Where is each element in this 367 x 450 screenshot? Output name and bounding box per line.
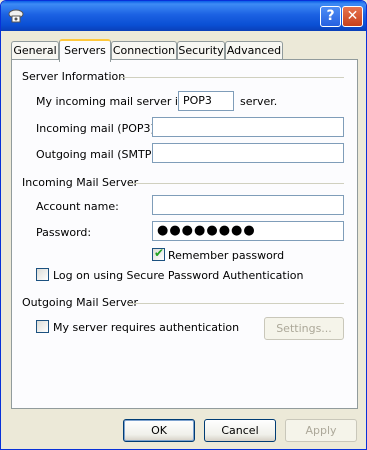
incoming-type-suffix: server.: [240, 95, 278, 108]
tab-advanced[interactable]: Advanced: [225, 41, 283, 60]
title-bar[interactable]: ? ✕: [1, 1, 366, 31]
tab-servers[interactable]: Servers: [59, 39, 111, 62]
group-divider: [130, 183, 344, 184]
server-information-group-label: Server Information: [22, 70, 126, 83]
account-name-label: Account name:: [36, 200, 119, 213]
incoming-mail-label: Incoming mail (POP3):: [36, 122, 159, 135]
password-label: Password:: [36, 226, 92, 239]
spa-checkbox[interactable]: [36, 268, 49, 281]
outgoing-mail-label: Outgoing mail (SMTP):: [36, 148, 160, 161]
group-divider: [128, 303, 344, 304]
close-button[interactable]: ✕: [342, 6, 363, 27]
incoming-type-prefix: My incoming mail server is a: [36, 95, 194, 108]
account-name-field[interactable]: [152, 195, 344, 215]
password-field[interactable]: ●●●●●●●●: [152, 221, 344, 241]
remember-password-checkbox[interactable]: ✔: [152, 246, 165, 261]
tab-security[interactable]: Security: [177, 41, 225, 60]
group-divider: [120, 77, 344, 78]
tab-general[interactable]: General: [11, 41, 59, 60]
outgoing-mail-field[interactable]: [152, 143, 344, 163]
requires-auth-checkbox[interactable]: [36, 320, 49, 333]
incoming-mail-server-group-label: Incoming Mail Server: [22, 176, 139, 189]
tab-connection[interactable]: Connection: [111, 41, 177, 60]
incoming-mail-field[interactable]: [152, 117, 344, 137]
incoming-server-type-field: POP3: [178, 91, 234, 111]
servers-panel: Server Information My incoming mail serv…: [11, 59, 358, 409]
apply-button[interactable]: Apply: [285, 419, 357, 442]
mail-account-icon: [8, 9, 24, 23]
dialog-window: ? ✕ General Servers Connection Security …: [0, 0, 367, 450]
cancel-button[interactable]: Cancel: [204, 419, 276, 442]
check-icon: ✔: [154, 246, 165, 260]
settings-button[interactable]: Settings...: [264, 317, 344, 340]
help-button[interactable]: ?: [320, 6, 341, 27]
remember-password-label: Remember password: [168, 249, 285, 262]
spa-label: Log on using Secure Password Authenticat…: [53, 269, 304, 282]
requires-auth-label: My server requires authentication: [53, 321, 240, 334]
ok-button[interactable]: OK: [123, 419, 195, 442]
outgoing-mail-server-group-label: Outgoing Mail Server: [22, 296, 139, 309]
